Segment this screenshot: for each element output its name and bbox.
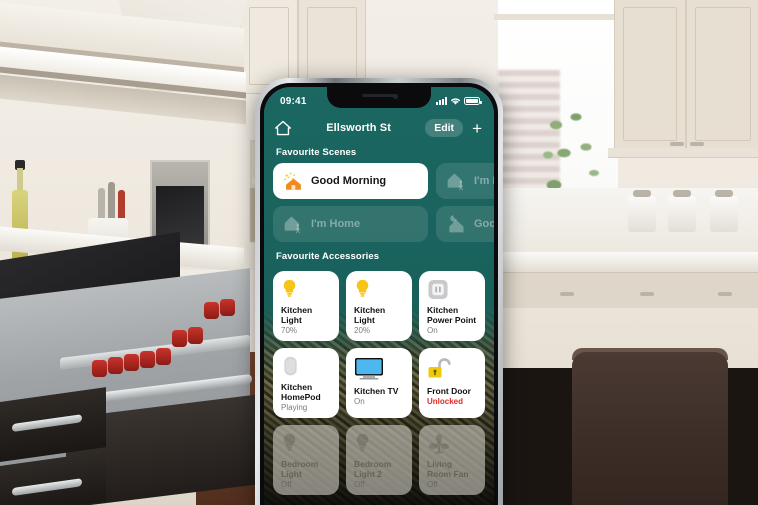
section-title-scenes: Favourite Scenes [276, 147, 357, 158]
accessory-state: On [427, 326, 438, 335]
range-knob [92, 360, 107, 377]
earpiece-speaker [362, 94, 396, 97]
wifi-icon [450, 97, 461, 105]
oil-bottle-neck [17, 168, 23, 192]
page-title: Ellsworth St [326, 122, 391, 134]
accessory-front-door[interactable]: Front Door Unlocked [419, 348, 485, 418]
drawer-pull [640, 292, 654, 296]
scene-label: I'm Home [311, 218, 361, 230]
range-knob [140, 351, 155, 368]
accessory-state: Off [281, 480, 292, 489]
unlocked-padlock-icon [428, 358, 451, 378]
sunrise-house-icon [284, 172, 301, 190]
phone-bezel: 09:41 Ellsworth St Edit + Favourite Scen… [260, 83, 498, 505]
upper-cabinet-right-1 [614, 0, 686, 150]
lower-cabinets-right [498, 272, 758, 308]
front-camera-icon [393, 94, 398, 99]
phone-screen[interactable]: 09:41 Ellsworth St Edit + Favourite Scen… [264, 87, 494, 505]
window-frame [494, 14, 622, 20]
canister [628, 190, 656, 232]
range-knob [172, 330, 187, 347]
plus-icon[interactable]: + [470, 120, 484, 137]
range-knob [124, 354, 139, 371]
lightbulb-icon [356, 433, 369, 451]
accessory-kitchen-light-2[interactable]: Kitchen Light 20% [346, 271, 412, 341]
home-content: Favourite Scenes Good Morning I'm I'm Ho… [264, 143, 494, 505]
accessory-state: Off [427, 480, 438, 489]
favourite-accessories-grid: Kitchen Light 70% Kitchen Light 20% Kitc… [273, 271, 485, 495]
accessory-state: On [354, 397, 365, 407]
cabinet-knob [690, 142, 704, 146]
navigation-bar: Ellsworth St Edit + [264, 113, 494, 143]
section-title-accessories: Favourite Accessories [276, 251, 380, 262]
scene-label: Goodnight [474, 218, 494, 230]
range-knob [188, 327, 203, 344]
accessory-name: Front Door [427, 386, 471, 396]
scene-label: I'm Leaving [474, 175, 494, 187]
range-knob [108, 357, 123, 374]
scene-good-morning[interactable]: Good Morning [273, 163, 428, 199]
accessory-name: Bedroom Light [281, 458, 319, 479]
lightbulb-icon [283, 279, 296, 297]
battery-full-icon [464, 97, 482, 105]
scene-label: Good Morning [311, 175, 387, 187]
status-time: 09:41 [280, 95, 307, 107]
canister [710, 190, 738, 232]
edit-button[interactable]: Edit [425, 119, 464, 137]
moon-house-icon [449, 215, 464, 233]
status-indicators [436, 97, 482, 106]
house-departing-icon [447, 173, 464, 191]
cabinet-valance [608, 148, 758, 158]
canister [668, 190, 696, 232]
accessory-state: 70% [281, 326, 298, 335]
house-arriving-icon [284, 216, 301, 234]
accessory-state: Playing [281, 403, 308, 412]
homepod-icon [284, 356, 297, 376]
favourite-scenes-grid: Good Morning I'm Leaving [273, 163, 494, 242]
accessory-bedroom-light-1[interactable]: Bedroom Light Off [273, 425, 339, 495]
accessory-name: Kitchen TV [354, 386, 399, 396]
drawer-pull [560, 292, 574, 296]
scene-goodnight[interactable]: Goodnight [436, 206, 494, 242]
fan-icon [429, 434, 449, 454]
accessory-name: Kitchen HomePod [281, 381, 321, 402]
accessory-bedroom-light-2[interactable]: Bedroom Light 2 Off [346, 425, 412, 495]
lightbulb-icon [283, 433, 296, 451]
accessory-kitchen-tv[interactable]: Kitchen TV On [346, 348, 412, 418]
accessory-state: 20% [354, 326, 371, 335]
scene-im-home[interactable]: I'm Home [273, 206, 428, 242]
accessory-name: Kitchen Power Point [427, 304, 477, 325]
range-knob [156, 348, 171, 365]
signal-bars-icon [436, 97, 447, 105]
range-knob [220, 299, 235, 316]
dining-chair [572, 352, 728, 505]
accessory-state: Unlocked [427, 397, 464, 407]
drawer-pull [718, 292, 732, 296]
accessory-kitchen-homepod[interactable]: Kitchen HomePod Playing [273, 348, 339, 418]
accessory-name: Bedroom Light 2 [354, 458, 392, 479]
accessory-name: Kitchen Light [354, 304, 386, 325]
iphone-device: 09:41 Ellsworth St Edit + Favourite Scen… [255, 78, 503, 505]
upper-cabinet-right-2 [686, 0, 758, 150]
range-knob [204, 302, 219, 319]
lightbulb-icon [356, 279, 369, 297]
scene-im-leaving[interactable]: I'm Leaving [436, 163, 494, 199]
accessory-state: Off [354, 480, 365, 489]
television-icon [355, 358, 383, 380]
house-icon[interactable] [274, 120, 292, 136]
accessory-living-room-fan[interactable]: Living Room Fan Off [419, 425, 485, 495]
accessory-kitchen-light-1[interactable]: Kitchen Light 70% [273, 271, 339, 341]
cabinet-knob [670, 142, 684, 146]
accessory-name: Living Room Fan [427, 458, 469, 479]
power-outlet-icon [428, 279, 448, 300]
device-notch [327, 87, 431, 108]
accessory-name: Kitchen Light [281, 304, 313, 325]
accessory-kitchen-power-point[interactable]: Kitchen Power Point On [419, 271, 485, 341]
